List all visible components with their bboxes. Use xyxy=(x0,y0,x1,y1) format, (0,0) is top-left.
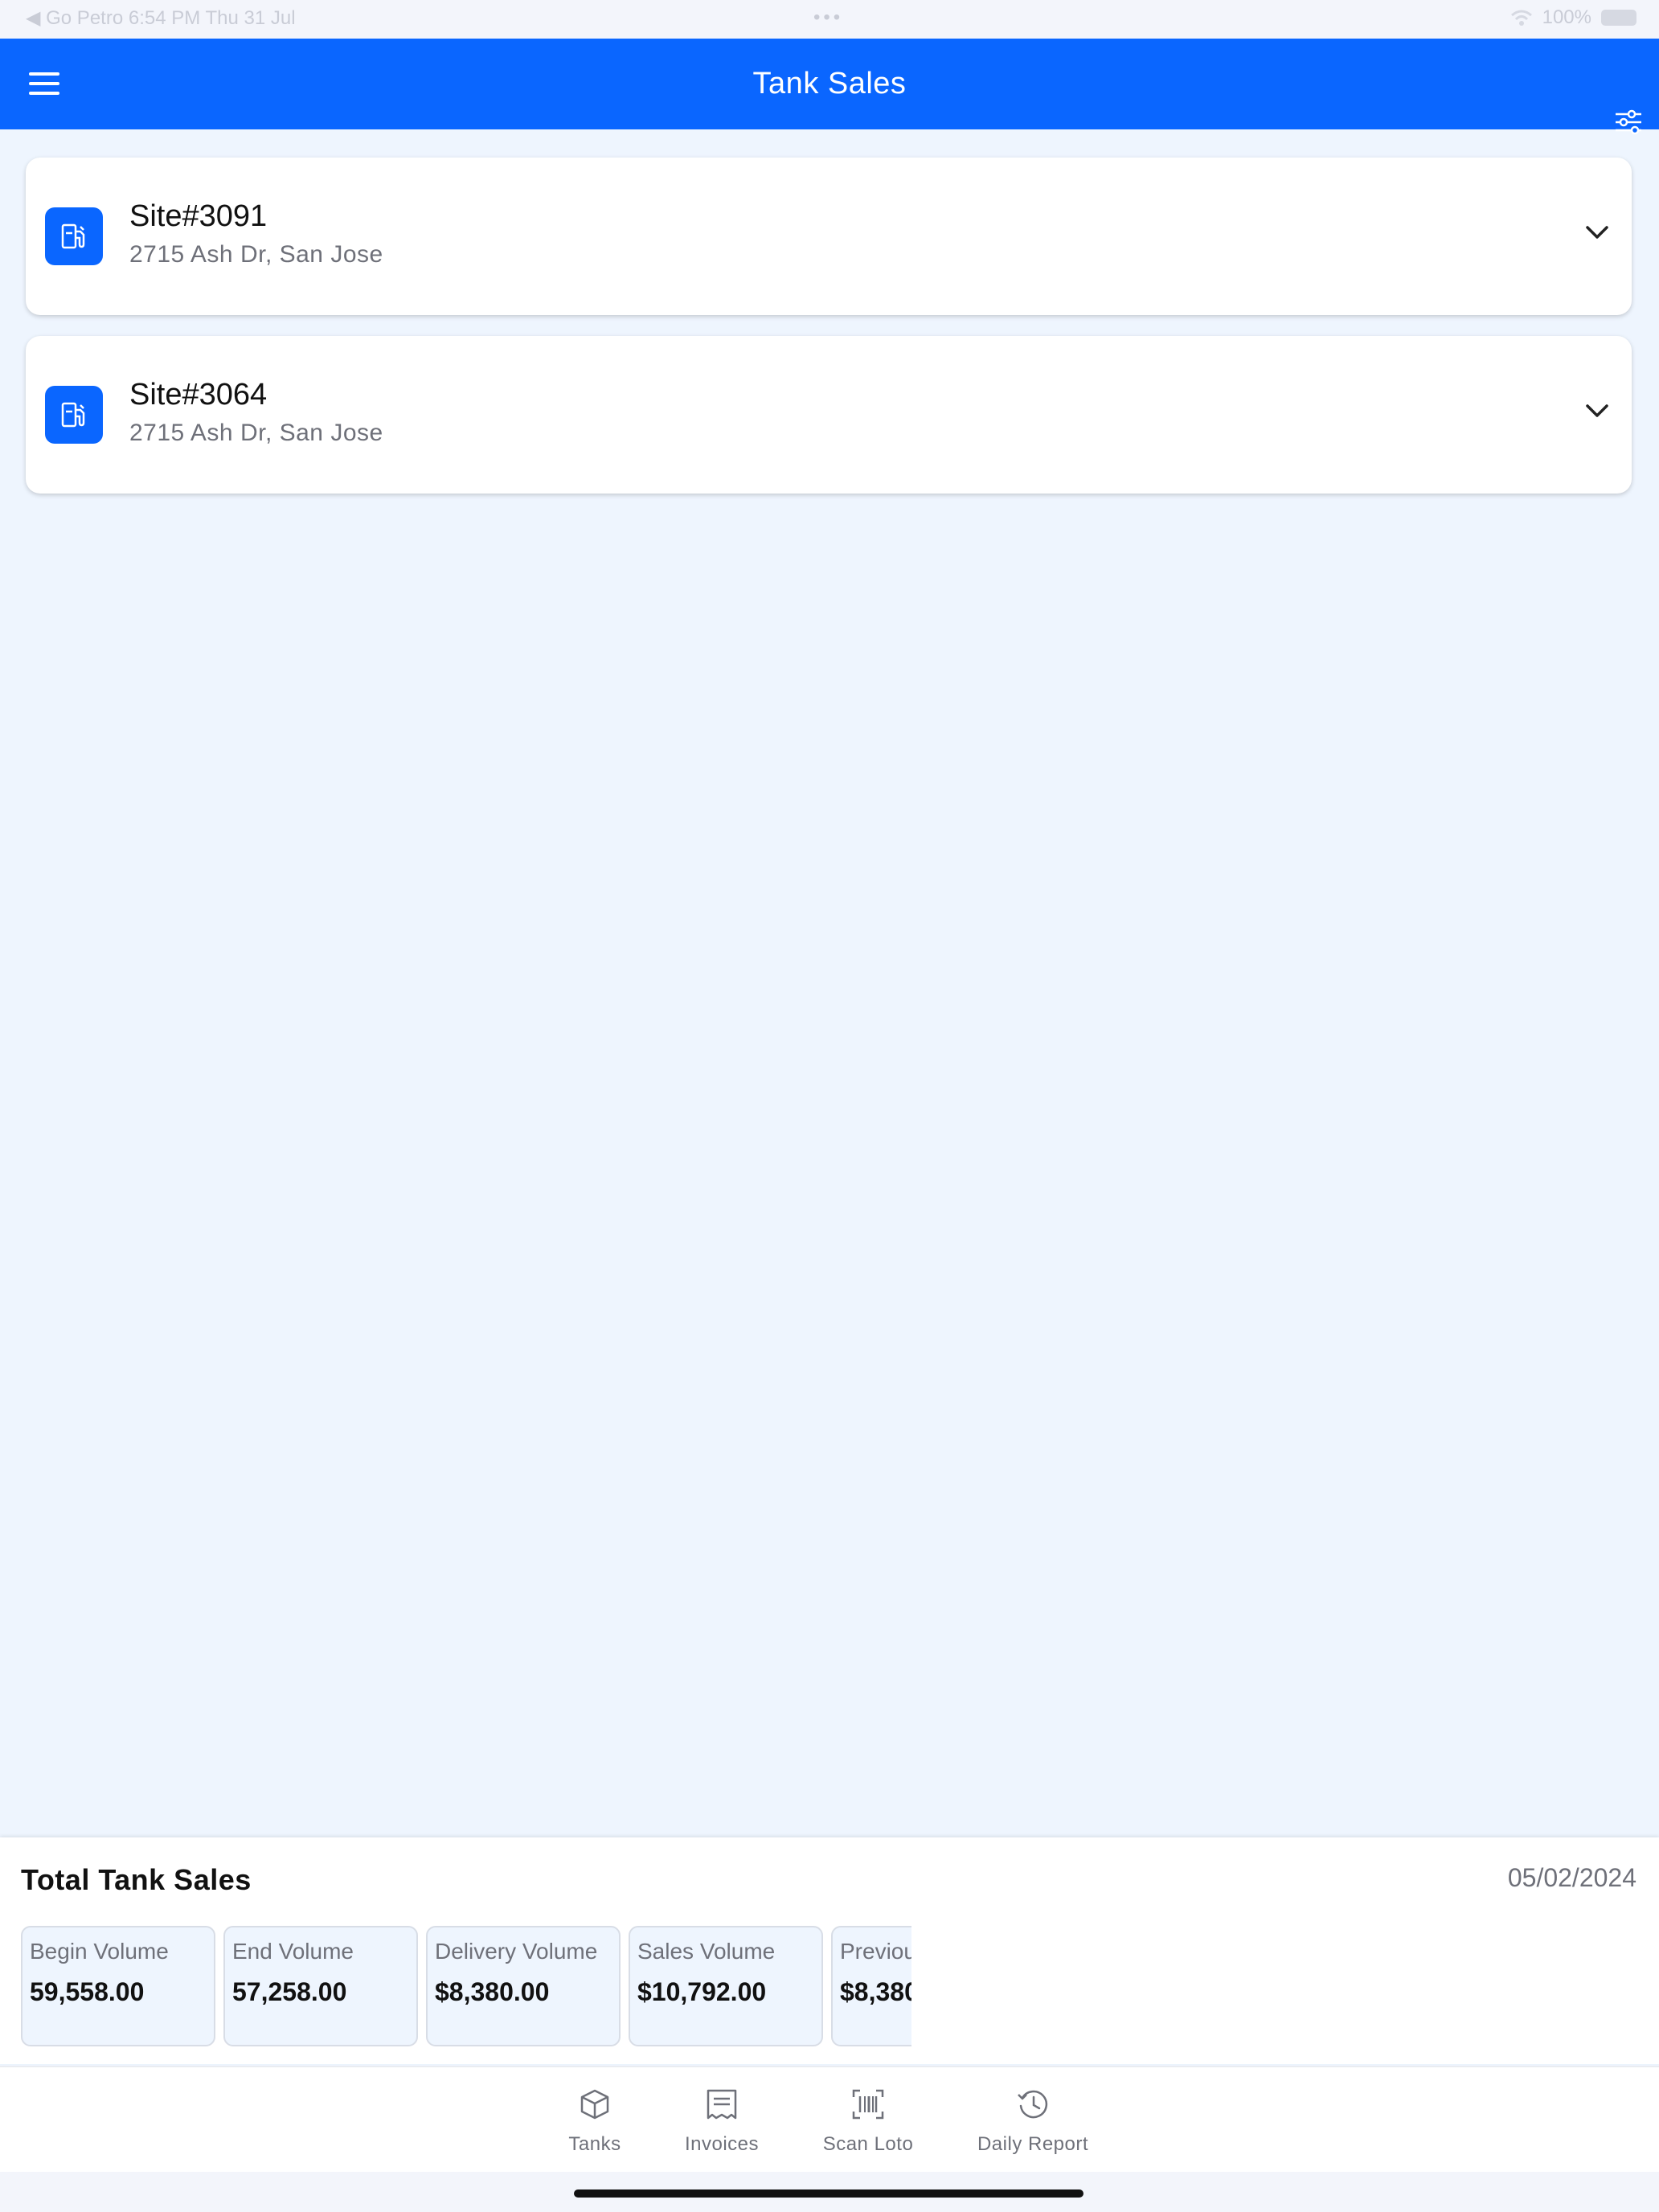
multitask-dots[interactable]: ••• xyxy=(813,6,843,29)
stat-value: $10,792.00 xyxy=(637,1977,767,2006)
stat-value: 57,258.00 xyxy=(232,1977,347,2006)
stat-label: Sales Volume xyxy=(637,1939,776,1964)
app-bar: Tank Sales xyxy=(0,39,1659,135)
site-card-3091[interactable]: Site#3091 2715 Ash Dr, San Jose xyxy=(26,158,1632,315)
history-icon xyxy=(1018,2090,1048,2119)
stat-card-sales-volume: Sales Volume $10,792.00 xyxy=(629,1926,823,2046)
stat-value: 59,558.00 xyxy=(30,1977,145,2006)
tab-label: Daily Report xyxy=(977,2133,1089,2155)
chevron-down-icon[interactable] xyxy=(1585,402,1609,420)
stat-card-end-volume: End Volume 57,258.00 xyxy=(223,1926,418,2046)
stat-value: $8,380.00 xyxy=(435,1977,550,2006)
page-title: Tank Sales xyxy=(752,67,907,100)
battery-percent: 100% xyxy=(1542,6,1591,28)
stat-label: Begin Volume xyxy=(30,1939,169,1964)
stat-card-begin-volume: Begin Volume 59,558.00 xyxy=(21,1926,215,2046)
tab-label: Tanks xyxy=(568,2133,621,2155)
site-card-3064[interactable]: Site#3064 2715 Ash Dr, San Jose xyxy=(26,336,1632,494)
chevron-down-icon[interactable] xyxy=(1585,223,1609,241)
status-bar: ◀ Go Petro 6:54 PM Thu 31 Jul ••• 100% xyxy=(0,0,1659,39)
bottom-nav: Tanks Invoices Scan Loto Daily Report xyxy=(0,2066,1659,2172)
stat-label: End Volume xyxy=(232,1939,354,1964)
tab-label: Invoices xyxy=(684,2133,760,2155)
status-left: ◀ Go Petro 6:54 PM Thu 31 Jul xyxy=(26,7,296,29)
home-indicator[interactable] xyxy=(574,2189,1083,2198)
tab-scan-loto[interactable]: Scan Loto xyxy=(812,2067,924,2173)
tab-invoices[interactable]: Invoices xyxy=(674,2067,770,2173)
stat-label: Previous xyxy=(840,1939,911,1964)
summary-date[interactable]: 05/02/2024 xyxy=(1508,1863,1636,1893)
stat-card-previous: Previous $8,380.00 xyxy=(831,1926,911,2046)
stat-card-delivery-volume: Delivery Volume $8,380.00 xyxy=(426,1926,621,2046)
site-name: Site#3091 xyxy=(129,199,268,233)
cube-icon xyxy=(580,2089,609,2120)
tab-label: Scan Loto xyxy=(822,2133,914,2155)
receipt-icon xyxy=(707,2089,737,2120)
summary-title: Total Tank Sales xyxy=(21,1863,252,1896)
home-bar xyxy=(0,2172,1659,2212)
battery-icon xyxy=(1601,10,1636,26)
gas-pump-icon xyxy=(45,207,103,265)
wifi-icon xyxy=(1510,10,1532,26)
tab-daily-report[interactable]: Daily Report xyxy=(965,2067,1101,2173)
filter-icon[interactable] xyxy=(1614,108,1643,137)
site-address: 2715 Ash Dr, San Jose xyxy=(129,420,383,446)
site-address: 2715 Ash Dr, San Jose xyxy=(129,241,383,268)
stats-scroller[interactable]: Begin Volume 59,558.00 End Volume 57,258… xyxy=(21,1926,911,2046)
gas-pump-icon xyxy=(45,386,103,444)
status-right: 100% xyxy=(1510,6,1636,29)
site-name: Site#3064 xyxy=(129,378,268,412)
total-tank-sales-panel: Total Tank Sales 05/02/2024 Begin Volume… xyxy=(0,1837,1659,2064)
stat-value: $8,380.00 xyxy=(840,1977,911,2006)
stat-label: Delivery Volume xyxy=(435,1939,598,1964)
tab-tanks[interactable]: Tanks xyxy=(547,2067,643,2173)
barcode-icon xyxy=(852,2089,884,2120)
